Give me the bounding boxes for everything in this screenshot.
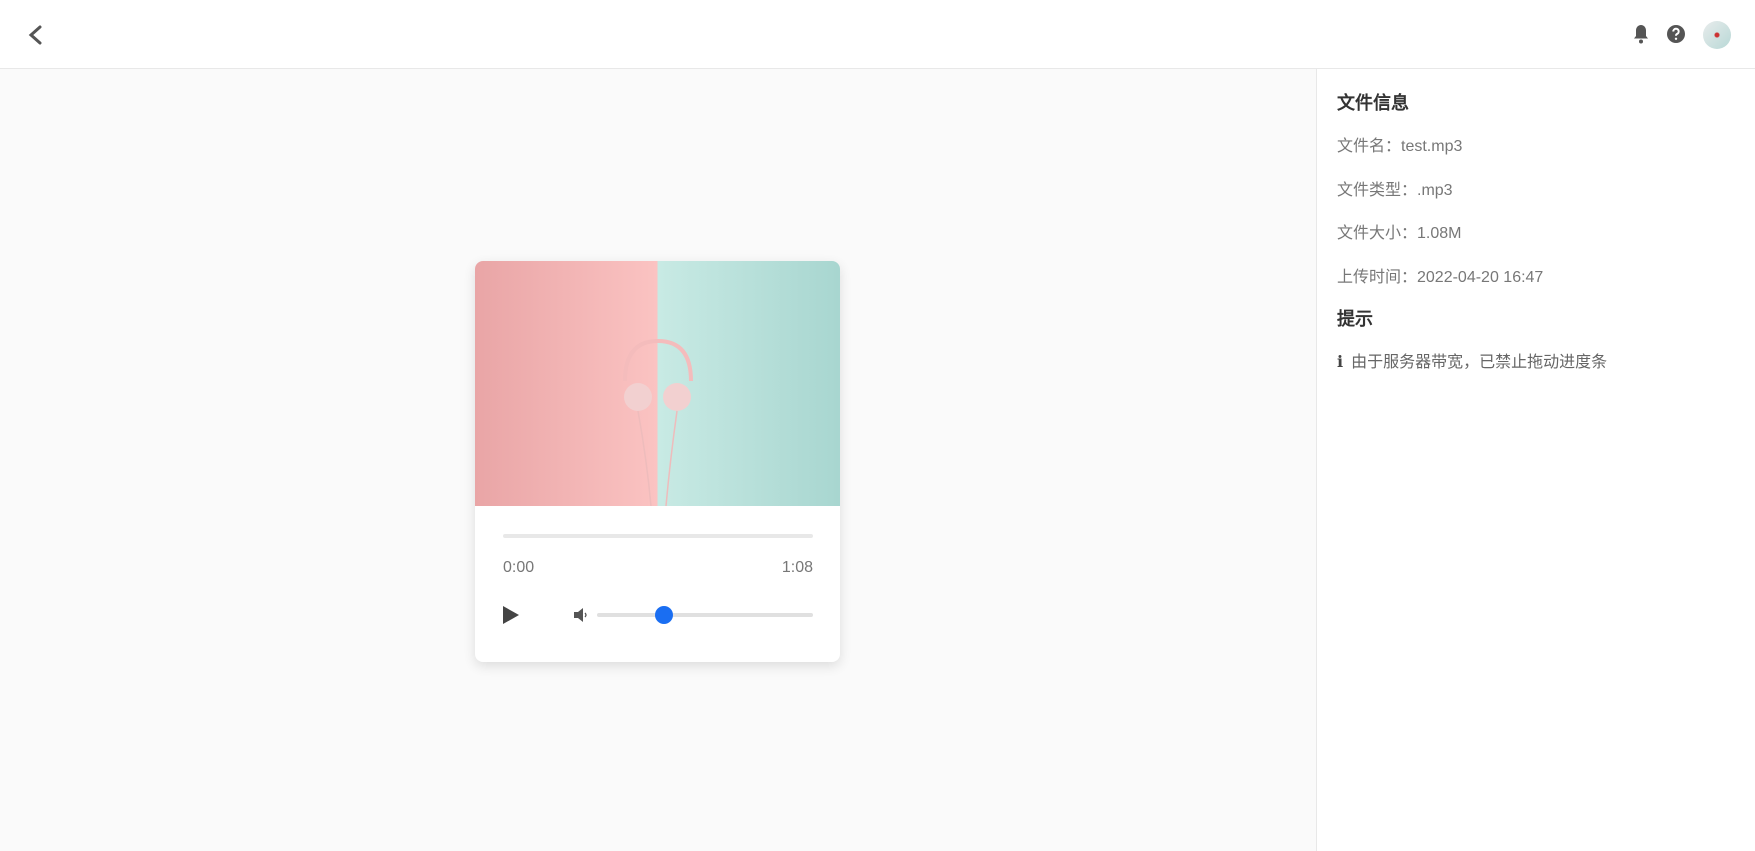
- bell-icon[interactable]: [1629, 22, 1653, 46]
- progress-bar: [503, 534, 813, 538]
- file-info-title: 文件信息: [1337, 93, 1409, 113]
- file-size: 文件大小：1.08M: [1337, 225, 1462, 242]
- top-bar: [0, 0, 1755, 69]
- avatar[interactable]: [1703, 21, 1731, 49]
- question-circle-icon[interactable]: [1664, 22, 1688, 46]
- info-icon: i: [1337, 352, 1344, 371]
- volume-icon[interactable]: [573, 608, 589, 622]
- file-name: 文件名：test.mp3: [1337, 138, 1463, 155]
- tip-text: 由于服务器带宽，已禁止拖动进度条: [1351, 354, 1608, 371]
- duration: 1:08: [781, 559, 813, 576]
- volume-slider[interactable]: [597, 606, 813, 624]
- album-cover-image: [475, 261, 840, 507]
- audio-player-card: 0:00 1:08: [475, 261, 840, 662]
- tip-title: 提示: [1337, 309, 1373, 329]
- upload-time: 上传时间：2022-04-20 16:47: [1337, 269, 1544, 286]
- play-button[interactable]: [503, 606, 519, 624]
- file-info-panel: 文件信息 文件名：test.mp3 文件类型：.mp3 文件大小：1.08M 上…: [1316, 69, 1755, 851]
- chevron-left-icon[interactable]: [24, 20, 48, 50]
- volume-slider-handle[interactable]: [654, 606, 673, 624]
- headphones-image: [623, 338, 693, 507]
- current-time: 0:00: [503, 559, 535, 576]
- file-type: 文件类型：.mp3: [1337, 182, 1453, 199]
